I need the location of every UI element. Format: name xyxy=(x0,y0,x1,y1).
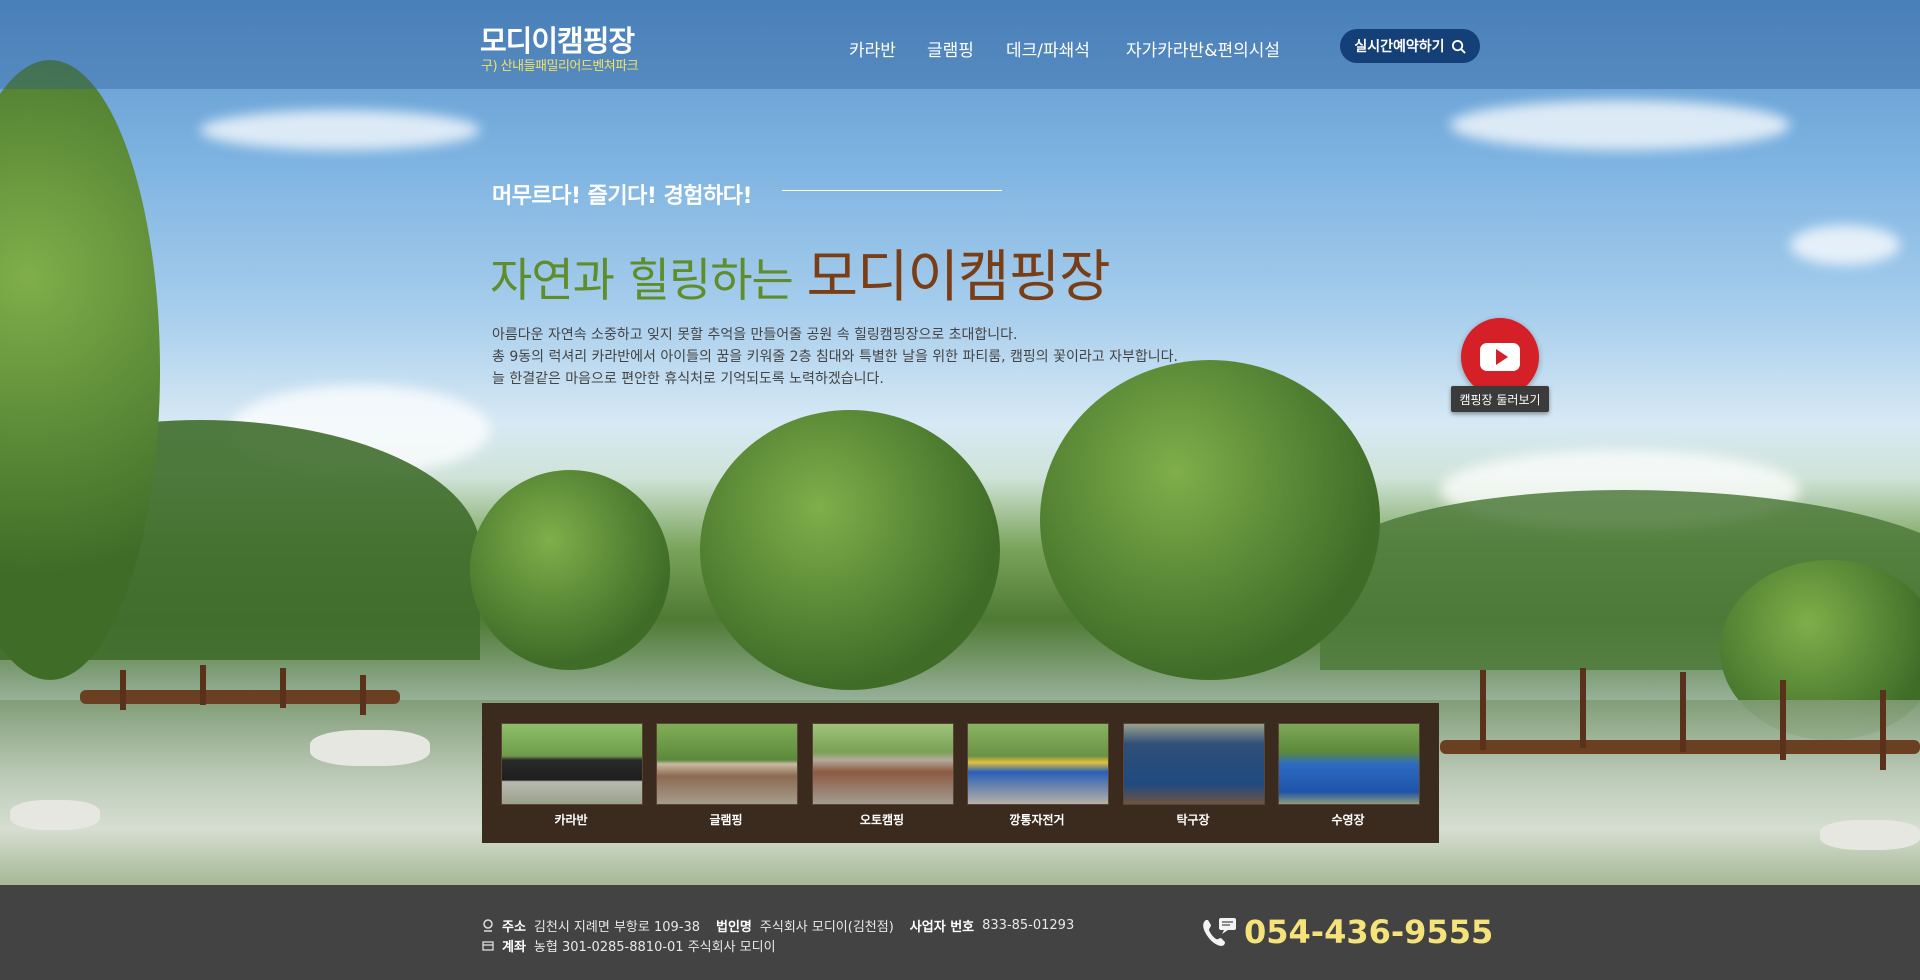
facility-thumbnail xyxy=(1123,723,1265,805)
facility-thumbnail xyxy=(501,723,643,805)
phone-number[interactable]: 054-436-9555 xyxy=(1244,913,1493,951)
facility-label: 카라반 xyxy=(554,813,588,827)
nav-item-caravan[interactable]: 카라반 xyxy=(849,36,896,61)
play-triangle xyxy=(1495,349,1508,365)
account-value: 농협 301-0285-8810-01 주식회사 모디이 xyxy=(533,940,776,955)
phone-contact[interactable]: 054-436-9555 xyxy=(1200,913,1493,951)
bridge-post xyxy=(1780,680,1786,760)
intro-description: 아름다운 자연속 소중하고 잊지 못할 추억을 만들어줄 공원 속 힐링캠핑장으… xyxy=(492,324,1178,390)
desc-line: 늘 한결같은 마음으로 편안한 휴식처로 기억되도록 노력하겠습니다. xyxy=(492,371,884,387)
facility-panel: 카라반 글램핑 오토캠핑 깡통자전거 탁구장 수영장 xyxy=(482,703,1439,843)
youtube-video-button[interactable] xyxy=(1461,318,1539,396)
facility-item-bike[interactable]: 깡통자전거 xyxy=(967,723,1109,828)
account-key: 계좌 xyxy=(502,940,526,955)
bridge-post xyxy=(360,675,366,715)
facility-item-autocamping[interactable]: 오토캠핑 xyxy=(812,723,954,828)
bridge-post xyxy=(1480,670,1486,750)
bridge-post xyxy=(1580,668,1586,748)
facility-thumbnail xyxy=(967,723,1109,805)
facility-label: 글램핑 xyxy=(709,813,743,827)
facility-item-pool[interactable]: 수영장 xyxy=(1278,723,1420,828)
facility-label: 수영장 xyxy=(1331,813,1365,827)
phone-chat-icon xyxy=(1203,918,1236,946)
facility-thumbnail xyxy=(1278,723,1420,805)
bridge-post xyxy=(1880,690,1886,770)
business-number-value: 833-85-01293 xyxy=(982,918,1075,933)
tree xyxy=(1040,360,1380,680)
facility-label: 깡통자전거 xyxy=(1009,813,1065,827)
camping-tour-label[interactable]: 캠핑장 둘러보기 xyxy=(1451,386,1549,412)
youtube-play-icon xyxy=(1480,343,1520,371)
account-icon xyxy=(482,940,494,951)
slogan: 머무르다! 즐기다! 경험하다! xyxy=(492,184,753,209)
footer-account-row: 계좌 농협 301-0285-8810-01 주식회사 모디이 xyxy=(482,936,776,955)
corp-key: 법인명 xyxy=(716,920,752,935)
reservation-label: 실시간예약하기 xyxy=(1354,39,1445,55)
address-key: 주소 xyxy=(502,920,526,935)
facility-item-caravan[interactable]: 카라반 xyxy=(501,723,643,828)
hero-title-part1: 자연과 힐링하는 xyxy=(490,253,794,307)
logo-title[interactable]: 모디이캠핑장 xyxy=(480,18,635,60)
site-footer: 주소 김천시 지례면 부항로 109-38 법인명 주식회사 모디이(김천점) … xyxy=(0,885,1920,980)
site-header: 모디이캠핑장 구) 산내들패밀리어드벤쳐파크 카라반 글램핑 데크/파쇄석 자가… xyxy=(0,0,1920,89)
cloud xyxy=(200,110,480,150)
hero-title-part2: 모디이캠핑장 xyxy=(806,245,1111,310)
realtime-reservation-button[interactable]: 실시간예약하기 xyxy=(1340,29,1480,63)
facility-label: 오토캠핑 xyxy=(859,813,905,827)
facility-item-glamping[interactable]: 글램핑 xyxy=(656,723,798,828)
nav-item-deck[interactable]: 데크/파쇄석 xyxy=(1006,36,1090,61)
desc-line: 총 9동의 럭셔리 카라반에서 아이들의 꿈을 키워줄 2층 침대와 특별한 날… xyxy=(492,349,1178,365)
tree xyxy=(700,410,1000,690)
bridge-post xyxy=(200,665,206,705)
cloud xyxy=(1450,100,1790,150)
nav-item-self-caravan[interactable]: 자가카라반&편의시설 xyxy=(1126,36,1280,61)
slogan-divider xyxy=(782,190,1002,191)
stone xyxy=(10,800,100,830)
tree xyxy=(470,470,670,670)
location-icon xyxy=(483,918,493,932)
facility-thumbnail xyxy=(656,723,798,805)
cloud xyxy=(1790,225,1900,265)
left-bridge xyxy=(80,690,400,704)
address-value: 김천시 지례면 부항로 109-38 xyxy=(533,920,701,935)
search-icon xyxy=(1451,39,1466,54)
desc-line: 아름다운 자연속 소중하고 잊지 못할 추억을 만들어줄 공원 속 힐링캠핑장으… xyxy=(492,327,1018,343)
footer-info-row: 주소 김천시 지례면 부항로 109-38 법인명 주식회사 모디이(김천점) … xyxy=(482,916,1074,935)
facility-label: 탁구장 xyxy=(1176,813,1210,827)
facility-item-pingpong[interactable]: 탁구장 xyxy=(1123,723,1265,828)
business-number-key: 사업자 번호 xyxy=(909,920,975,935)
hero-title: 자연과 힐링하는 모디이캠핑장 xyxy=(490,232,1111,313)
stone xyxy=(310,730,430,766)
bridge-post xyxy=(120,670,126,710)
facility-thumbnail xyxy=(812,723,954,805)
corp-value: 주식회사 모디이(김천점) xyxy=(759,920,894,935)
nav-item-glamping[interactable]: 글램핑 xyxy=(927,36,974,61)
logo-subtitle: 구) 산내들패밀리어드벤쳐파크 xyxy=(481,59,639,74)
bridge-post xyxy=(280,668,286,708)
stone xyxy=(1820,820,1920,850)
bridge-post xyxy=(1680,672,1686,752)
